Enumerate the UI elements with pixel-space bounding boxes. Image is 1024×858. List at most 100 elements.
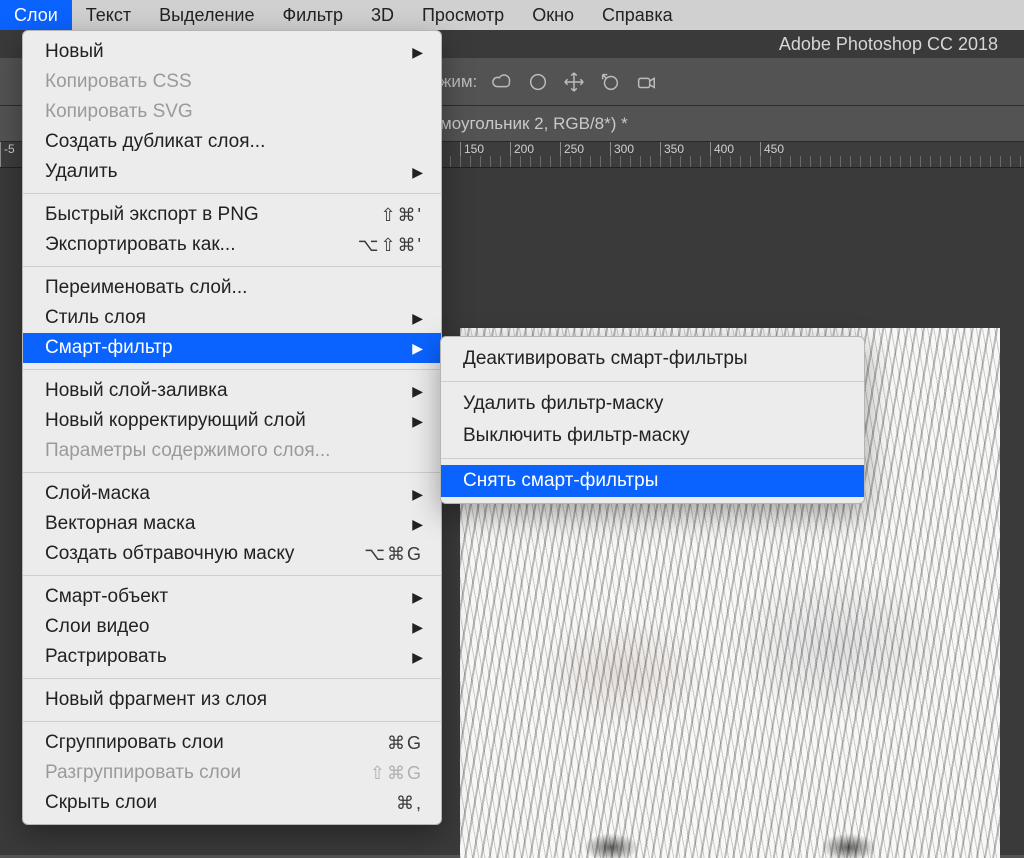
smart-filter-submenu-item[interactable]: Деактивировать смарт-фильтры: [441, 343, 864, 375]
menu-item-label: Новый слой-заливка: [45, 380, 392, 402]
submenu-arrow-icon: ▶: [412, 164, 423, 181]
layers-menu: Новый ▶ Копировать CSS Копировать SVG Создат…: [22, 30, 442, 825]
menu-фильтр[interactable]: Фильтр: [269, 0, 357, 30]
menu-item-label: Создать дубликат слоя...: [45, 131, 423, 153]
layers-menu-item[interactable]: Экспортировать как...⌥⇧⌘': [23, 230, 441, 260]
ruler-tick-label: 200: [514, 142, 534, 156]
menu-просмотр[interactable]: Просмотр: [408, 0, 518, 30]
menu-separator: [441, 381, 864, 382]
menu-3d[interactable]: 3D: [357, 0, 408, 30]
layers-menu-item[interactable]: Скрыть слои ⌘,: [23, 788, 441, 818]
smart-filter-submenu-item[interactable]: Выключить фильтр-маску: [441, 420, 864, 452]
submenu-arrow-icon: ▶: [412, 649, 423, 666]
menu-item-shortcut: ⌘,: [396, 793, 423, 814]
menu-item-label: Параметры содержимого слоя...: [45, 440, 423, 462]
menu-item-label: Стиль слоя: [45, 307, 392, 329]
menu-item-label: Разгруппировать слои: [45, 762, 340, 784]
smart-filter-submenu-item[interactable]: Снять смарт-фильтры: [441, 465, 864, 497]
layers-menu-item: Параметры содержимого слоя...: [23, 436, 441, 466]
menu-item-label: Выключить фильтр-маску: [463, 425, 846, 447]
ruler-tick-label: -5: [4, 142, 15, 156]
submenu-arrow-icon: ▶: [412, 340, 423, 357]
submenu-arrow-icon: ▶: [412, 413, 423, 430]
menu-item-label: Сгруппировать слои: [45, 732, 357, 754]
menu-item-label: Удалить фильтр-маску: [463, 393, 846, 415]
layers-menu-item: Копировать SVG: [23, 97, 441, 127]
smart-filter-submenu: Деактивировать смарт-фильтры Удалить филь…: [440, 336, 865, 504]
layers-menu-item: Копировать CSS: [23, 67, 441, 97]
layers-menu-item[interactable]: Новый корректирующий слой▶: [23, 406, 441, 436]
layers-menu-item[interactable]: Растрировать▶: [23, 642, 441, 672]
submenu-arrow-icon: ▶: [412, 619, 423, 636]
layers-menu-item[interactable]: Сгруппировать слои ⌘G: [23, 728, 441, 758]
submenu-arrow-icon: ▶: [412, 516, 423, 533]
layers-menu-item[interactable]: Стиль слоя ▶: [23, 303, 441, 333]
layers-menu-item[interactable]: Новый ▶: [23, 37, 441, 67]
menu-separator: [23, 472, 441, 473]
layers-menu-item[interactable]: Переименовать слой...: [23, 273, 441, 303]
document-tab[interactable]: моугольник 2, RGB/8*) *: [440, 114, 628, 134]
menu-item-label: Переименовать слой...: [45, 277, 423, 299]
menu-item-label: Снять смарт-фильтры: [463, 470, 846, 492]
menu-item-label: Удалить: [45, 161, 392, 183]
menu-item-label: Векторная маска: [45, 513, 392, 535]
menu-item-label: Новый: [45, 41, 392, 63]
menu-item-shortcut: ⌥⌘G: [364, 544, 423, 565]
menu-справка[interactable]: Справка: [588, 0, 687, 30]
menu-текст[interactable]: Текст: [72, 0, 145, 30]
layers-menu-item: Разгруппировать слои ⇧⌘G: [23, 758, 441, 788]
smart-filter-submenu-item[interactable]: Удалить фильтр-маску: [441, 388, 864, 420]
menu-item-label: Быстрый экспорт в PNG: [45, 204, 350, 226]
rotate-icon[interactable]: [599, 71, 621, 93]
layers-menu-item[interactable]: Создать дубликат слоя...: [23, 127, 441, 157]
layers-menu-item[interactable]: Векторная маска ▶: [23, 509, 441, 539]
menubar: СлоиТекстВыделениеФильтр3DПросмотрОкноСп…: [0, 0, 1024, 30]
circle-icon[interactable]: [527, 71, 549, 93]
app-title: Adobe Photoshop CC 2018: [779, 34, 998, 55]
submenu-arrow-icon: ▶: [412, 589, 423, 606]
menu-окно[interactable]: Окно: [518, 0, 588, 30]
ruler-tick-label: 300: [614, 142, 634, 156]
layers-menu-item[interactable]: Удалить ▶: [23, 157, 441, 187]
layers-menu-item[interactable]: Быстрый экспорт в PNG ⇧⌘': [23, 200, 441, 230]
layers-menu-item[interactable]: Новый фрагмент из слоя: [23, 685, 441, 715]
submenu-arrow-icon: ▶: [412, 310, 423, 327]
submenu-arrow-icon: ▶: [412, 383, 423, 400]
menu-separator: [23, 721, 441, 722]
cloud-icon[interactable]: [491, 71, 513, 93]
menu-item-shortcut: ⌥⇧⌘': [358, 235, 423, 256]
menu-item-label: Деактивировать смарт-фильтры: [463, 348, 846, 370]
ruler-tick-label: 450: [764, 142, 784, 156]
layers-menu-item[interactable]: Слои видео ▶: [23, 612, 441, 642]
menu-item-label: Слой-маска: [45, 483, 392, 505]
menu-item-label: Слои видео: [45, 616, 392, 638]
layers-menu-item[interactable]: Создать обтравочную маску ⌥⌘G: [23, 539, 441, 569]
menu-separator: [23, 266, 441, 267]
menu-item-shortcut: ⇧⌘': [380, 205, 423, 226]
submenu-arrow-icon: ▶: [412, 486, 423, 503]
submenu-arrow-icon: ▶: [412, 44, 423, 61]
ruler-tick-label: 350: [664, 142, 684, 156]
menu-item-label: Смарт-объект: [45, 586, 392, 608]
menu-separator: [23, 575, 441, 576]
menu-выделение[interactable]: Выделение: [145, 0, 268, 30]
menu-item-shortcut: ⇧⌘G: [370, 763, 423, 784]
menu-item-label: Смарт-фильтр: [45, 337, 392, 359]
menu-слои[interactable]: Слои: [0, 0, 72, 30]
menu-item-label: Новый фрагмент из слоя: [45, 689, 423, 711]
camera-icon[interactable]: [635, 71, 657, 93]
layers-menu-item[interactable]: Смарт-фильтр ▶: [23, 333, 441, 363]
menu-item-label: Скрыть слои: [45, 792, 366, 814]
ruler-tick-label: 150: [464, 142, 484, 156]
mode-label: жим:: [440, 72, 477, 92]
menu-item-label: Копировать SVG: [45, 101, 423, 123]
layers-menu-item[interactable]: Слой-маска ▶: [23, 479, 441, 509]
layers-menu-item[interactable]: Новый слой-заливка ▶: [23, 376, 441, 406]
menu-separator: [23, 193, 441, 194]
menu-separator: [23, 678, 441, 679]
menu-item-label: Создать обтравочную маску: [45, 543, 334, 565]
menu-item-shortcut: ⌘G: [387, 733, 423, 754]
menu-item-label: Копировать CSS: [45, 71, 423, 93]
layers-menu-item[interactable]: Смарт-объект ▶: [23, 582, 441, 612]
move-icon[interactable]: [563, 71, 585, 93]
